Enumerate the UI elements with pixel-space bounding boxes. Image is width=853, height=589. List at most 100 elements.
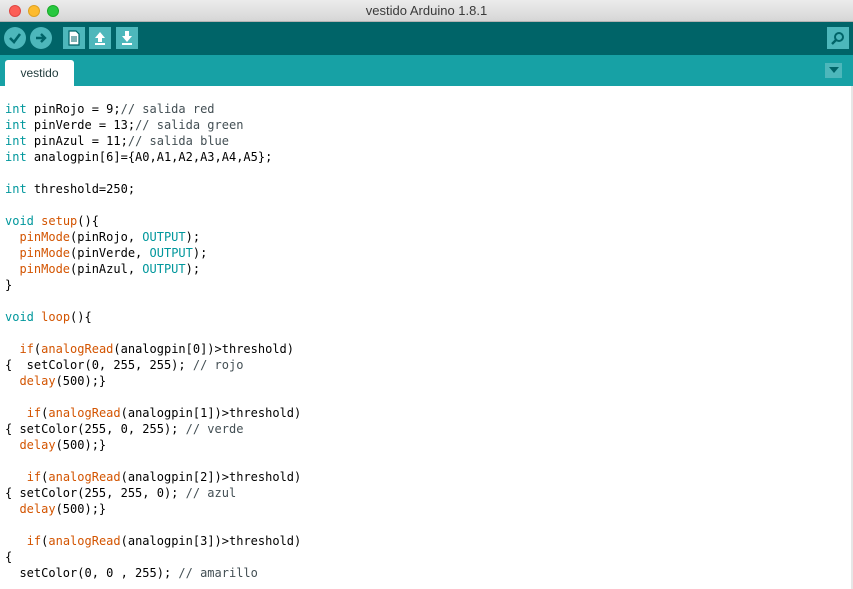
code-token: // amarillo — [178, 566, 258, 580]
code-token: (){ — [77, 214, 99, 228]
code-token: int — [5, 118, 27, 132]
code-token: void — [5, 214, 34, 228]
code-token: if — [26, 406, 42, 420]
code-line: delay(500);} — [5, 373, 301, 389]
chevron-down-icon — [828, 67, 839, 73]
save-button[interactable] — [116, 27, 138, 49]
code-token: int — [5, 102, 27, 116]
code-token: loop — [41, 310, 71, 324]
code-line: setColor(0, 0 , 255); // amarillo — [5, 565, 301, 581]
code-line: pinMode(pinRojo, OUTPUT); — [5, 229, 301, 245]
code-token: (500);} — [55, 374, 107, 388]
code-token: // salida red — [120, 102, 215, 116]
code-token: pinMode — [19, 246, 71, 260]
code-token: analogRead — [41, 342, 114, 356]
code-editor[interactable]: int pinRojo = 9;// salida red int pinVerd… — [0, 86, 853, 589]
code-line: if(analogRead(analogpin[0])>threshold) — [5, 341, 301, 357]
open-button[interactable] — [89, 27, 111, 49]
code-line: int analogpin[6]={A0,A1,A2,A3,A4,A5}; — [5, 149, 301, 165]
new-button[interactable] — [63, 27, 85, 49]
code-token: OUTPUT — [142, 262, 186, 276]
verify-button[interactable] — [4, 27, 26, 49]
code-token: pinMode — [19, 230, 71, 244]
code-line: delay(500);} — [5, 437, 301, 453]
window-title: vestido Arduino 1.8.1 — [365, 3, 488, 18]
code-token: (analogpin[1])>threshold) — [120, 406, 302, 420]
code-token: // azul — [185, 486, 237, 500]
tab-menu-button[interactable] — [825, 63, 842, 78]
code-line: if(analogRead(analogpin[3])>threshold) — [5, 533, 302, 549]
code-token: int — [5, 150, 27, 164]
code-token: (){ — [70, 310, 92, 324]
code-token: if — [26, 470, 42, 484]
code-token: // salida green — [135, 118, 244, 132]
code-token: void — [5, 310, 34, 324]
upload-button[interactable] — [30, 27, 52, 49]
code-token: (500);} — [55, 438, 107, 452]
code-token: { setColor(255, 255, 0); — [5, 486, 186, 500]
arrow-down-icon — [122, 31, 132, 45]
code-token: ); — [185, 230, 201, 244]
code-token: analogRead — [48, 534, 121, 548]
tab-vestido[interactable]: vestido — [5, 60, 74, 86]
code-line: pinMode(pinVerde, OUTPUT); — [5, 245, 301, 261]
code-token: OUTPUT — [149, 246, 193, 260]
arrow-right-icon — [36, 33, 47, 43]
code-text: int pinRojo = 9;// salida red int pinVerd… — [5, 101, 301, 581]
code-token: setColor(0, 0 , 255); — [5, 566, 179, 580]
code-line: int pinAzul = 11;// salida blue — [5, 133, 301, 149]
code-line: int threshold=250; — [5, 181, 301, 197]
tab-bar: vestido — [0, 55, 853, 86]
code-token: (analogpin[3])>threshold) — [120, 534, 302, 548]
code-line: int pinVerde = 13;// salida green — [5, 117, 301, 133]
code-token: delay — [19, 438, 56, 452]
code-token: (pinAzul, — [70, 262, 143, 276]
code-token: setup — [41, 214, 78, 228]
code-token: if — [19, 342, 34, 356]
code-line: { setColor(255, 0, 255); // verde — [5, 421, 301, 437]
serial-monitor-button[interactable] — [827, 27, 849, 49]
code-token: int — [5, 134, 27, 148]
code-token: pinAzul = 11; — [26, 134, 128, 148]
code-token: pinMode — [19, 262, 71, 276]
code-token: analogRead — [48, 406, 121, 420]
title-bar: vestido Arduino 1.8.1 — [0, 0, 853, 22]
code-token: pinRojo = 9; — [26, 102, 121, 116]
code-token: (pinVerde, — [70, 246, 150, 260]
code-line: int pinRojo = 9;// salida red — [5, 101, 301, 117]
code-token: // verde — [185, 422, 244, 436]
toolbar — [0, 22, 853, 55]
code-token: ); — [185, 262, 201, 276]
code-token: threshold=250; — [26, 182, 136, 196]
code-token: analogRead — [48, 470, 121, 484]
code-line: void loop(){ — [5, 309, 301, 325]
arrow-up-icon — [95, 32, 105, 45]
code-line: delay(500);} — [5, 501, 301, 517]
code-line: { setColor(255, 255, 0); // azul — [5, 485, 301, 501]
code-token: // salida blue — [127, 134, 229, 148]
code-token: delay — [19, 502, 56, 516]
code-line: void setup(){ — [5, 213, 301, 229]
code-token: // rojo — [192, 358, 244, 372]
code-line: } — [5, 277, 301, 293]
code-token: analogpin[6]={A0,A1,A2,A3,A4,A5}; — [26, 150, 273, 164]
magnifier-icon — [831, 32, 844, 45]
code-token: if — [26, 534, 42, 548]
code-token: { setColor(255, 0, 255); — [5, 422, 186, 436]
new-document-icon — [68, 30, 80, 46]
code-token: { setColor(0, 255, 255); — [5, 358, 193, 372]
